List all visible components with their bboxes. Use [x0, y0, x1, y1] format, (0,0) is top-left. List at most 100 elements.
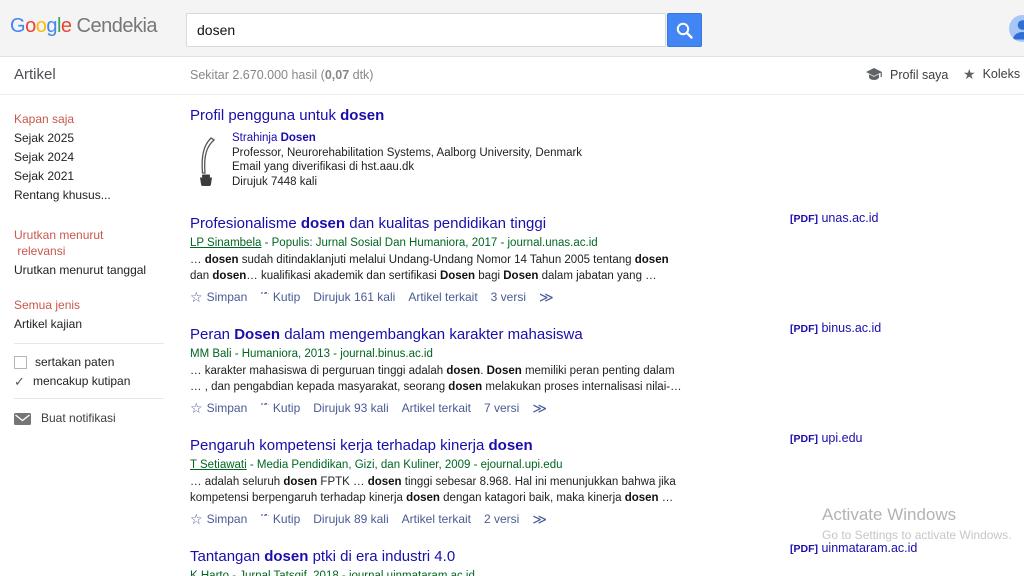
- related-articles-link[interactable]: Artikel terkait: [402, 401, 471, 415]
- create-alert-button[interactable]: Buat notifikasi: [14, 409, 179, 428]
- result-snippet: … adalah seluruh dosen FPTK … dosen ting…: [190, 475, 750, 506]
- toggle-group: sertakan paten ✓ mencakup kutipan: [14, 353, 179, 391]
- sidebar-divider: [14, 398, 164, 399]
- result-title-link[interactable]: Peran Dosen dalam mengembangkan karakter…: [190, 325, 765, 344]
- author-name: MM Bali: [190, 348, 232, 360]
- result-actions: ☆Simpan ””Kutip Dirujuk 93 kali Artikel …: [190, 400, 765, 416]
- versions-link[interactable]: 7 versi: [484, 401, 519, 415]
- pdf-tag: [PDF]: [790, 213, 818, 225]
- save-button[interactable]: ☆Simpan: [190, 290, 247, 304]
- filter-custom-range[interactable]: Rentang khusus...: [14, 186, 179, 205]
- result-snippet: … karakter mahasiswa di perguruan tinggi…: [190, 364, 750, 395]
- related-articles-link[interactable]: Artikel terkait: [408, 290, 477, 304]
- cite-button[interactable]: ””Kutip: [260, 401, 300, 415]
- type-filter-group: Semua jenis Artikel kajian: [14, 296, 179, 334]
- result-snippet: … dosen sudah ditindaklanjuti melalui Un…: [190, 253, 750, 284]
- cite-quote-icon: ””: [260, 292, 269, 304]
- byline-rest: - Jurnal Tatsqif, 2018 - journal.uinmata…: [229, 570, 475, 576]
- google-cendekia-logo[interactable]: GoogleCendekia: [10, 15, 157, 38]
- author-profile-result: Profil pengguna untuk dosen Strahinja Do…: [190, 106, 765, 192]
- checkmark-icon: ✓: [14, 372, 27, 391]
- filter-since-2021[interactable]: Sejak 2021: [14, 167, 179, 186]
- search-icon: [675, 21, 694, 40]
- logo-letter: e: [61, 15, 72, 37]
- versions-link[interactable]: 3 versi: [491, 290, 526, 304]
- search-input[interactable]: [186, 13, 666, 47]
- cite-button[interactable]: ””Kutip: [260, 290, 300, 304]
- result-stats: Sekitar 2.670.000 hasil (0,07 dtk): [190, 68, 373, 82]
- result-title-link[interactable]: Tantangan dosen ptki di era industri 4.0: [190, 547, 765, 566]
- search-button[interactable]: [667, 13, 702, 47]
- result-byline: K Harto - Jurnal Tatsqif, 2018 - journal…: [190, 568, 765, 576]
- pdf-link[interactable]: [PDF] binus.ac.id: [790, 321, 881, 335]
- my-profile-link[interactable]: Profil saya: [865, 67, 948, 82]
- cited-by-link[interactable]: Dirujuk 161 kali: [313, 290, 395, 304]
- pdf-tag: [PDF]: [790, 323, 818, 335]
- cited-by-link[interactable]: Dirujuk 89 kali: [313, 512, 388, 526]
- author-link[interactable]: K Harto: [190, 570, 229, 576]
- author-link[interactable]: T Setiawati: [190, 459, 247, 471]
- include-patents-label: sertakan paten: [35, 353, 114, 372]
- include-patents-checkbox[interactable]: sertakan paten: [14, 353, 179, 372]
- result-byline: LP Sinambela - Populis: Jurnal Sosial Da…: [190, 235, 765, 251]
- logo-suffix: Cendekia: [77, 15, 158, 37]
- account-avatar[interactable]: [1009, 15, 1024, 42]
- subheader: Artikel Sekitar 2.670.000 hasil (0,07 dt…: [0, 57, 1024, 95]
- cite-quote-icon: ””: [260, 403, 269, 415]
- my-library-label: Koleks: [983, 67, 1021, 81]
- author-link[interactable]: LP Sinambela: [190, 237, 261, 249]
- create-alert-label: Buat notifikasi: [41, 409, 116, 428]
- save-star-icon: ☆: [190, 290, 203, 304]
- search-result: Pengaruh kompetensi kerja terhadap kiner…: [190, 436, 765, 527]
- results-list: Profil pengguna untuk dosen Strahinja Do…: [190, 106, 765, 576]
- header: GoogleCendekia: [0, 0, 1024, 57]
- versions-link[interactable]: 2 versi: [484, 512, 519, 526]
- filter-since-2024[interactable]: Sejak 2024: [14, 148, 179, 167]
- sort-filter-group: Urutkan menurut relevansi Urutkan menuru…: [14, 226, 179, 280]
- watermark-line1: Activate Windows: [822, 505, 1011, 525]
- pdf-tag: [PDF]: [790, 433, 818, 445]
- filter-since-2025[interactable]: Sejak 2025: [14, 129, 179, 148]
- save-button[interactable]: ☆Simpan: [190, 401, 247, 415]
- author-profile-link[interactable]: Strahinja Dosen: [232, 131, 582, 145]
- author-verified-email: Email yang diverifikasi di hst.aau.dk: [232, 160, 582, 174]
- activate-windows-watermark: Activate Windows Go to Settings to activ…: [822, 505, 1011, 542]
- related-articles-link[interactable]: Artikel terkait: [402, 512, 471, 526]
- search-result: Tantangan dosen ptki di era industri 4.0…: [190, 547, 765, 576]
- google-scholar-page: GoogleCendekia Artikel Sekitar 2.670.000…: [0, 0, 1024, 576]
- include-citations-checkbox[interactable]: ✓ mencakup kutipan: [14, 372, 179, 391]
- logo-letter: g: [46, 15, 57, 37]
- double-arrow-icon[interactable]: ≫: [532, 511, 547, 528]
- pdf-link[interactable]: [PDF] upi.edu: [790, 431, 863, 445]
- cite-quote-icon: ””: [260, 514, 269, 526]
- double-arrow-icon[interactable]: ≫: [532, 400, 547, 417]
- logo-letter: G: [10, 15, 25, 37]
- my-library-link[interactable]: ★ Koleks: [963, 67, 1020, 81]
- result-title-link[interactable]: Profesionalisme dosen dan kualitas pendi…: [190, 214, 765, 233]
- result-byline: MM Bali - Humaniora, 2013 - journal.binu…: [190, 346, 765, 362]
- pdf-tag: [PDF]: [790, 543, 818, 555]
- sort-by-date[interactable]: Urutkan menurut tanggal: [14, 261, 179, 280]
- profiles-for-query-link[interactable]: Profil pengguna untuk dosen: [190, 106, 765, 125]
- author-affiliation: Professor, Neurorehabilitation Systems, …: [232, 146, 582, 160]
- save-button[interactable]: ☆Simpan: [190, 512, 247, 526]
- sort-by-relevance[interactable]: Urutkan menurut relevansi: [14, 226, 179, 261]
- filter-review-articles[interactable]: Artikel kajian: [14, 315, 179, 334]
- result-title-link[interactable]: Pengaruh kompetensi kerja terhadap kiner…: [190, 436, 765, 455]
- avatar-person-icon: [1009, 15, 1024, 42]
- sidebar-divider: [14, 343, 164, 344]
- logo-letter: o: [25, 15, 36, 37]
- search-result: Peran Dosen dalam mengembangkan karakter…: [190, 325, 765, 416]
- filter-any-time[interactable]: Kapan saja: [14, 110, 179, 129]
- cite-button[interactable]: ””Kutip: [260, 512, 300, 526]
- pdf-link[interactable]: [PDF] unas.ac.id: [790, 211, 878, 225]
- search-result: Profesionalisme dosen dan kualitas pendi…: [190, 214, 765, 305]
- filter-all-types[interactable]: Semua jenis: [14, 296, 179, 315]
- cited-by-link[interactable]: Dirujuk 93 kali: [313, 401, 388, 415]
- result-actions: ☆Simpan ””Kutip Dirujuk 161 kali Artikel…: [190, 289, 765, 305]
- pdf-link[interactable]: [PDF] uinmataram.ac.id: [790, 541, 917, 555]
- my-profile-label: Profil saya: [890, 68, 948, 82]
- logo-letter: o: [36, 15, 47, 37]
- checkbox-unchecked-icon: [14, 356, 27, 369]
- double-arrow-icon[interactable]: ≫: [539, 289, 554, 306]
